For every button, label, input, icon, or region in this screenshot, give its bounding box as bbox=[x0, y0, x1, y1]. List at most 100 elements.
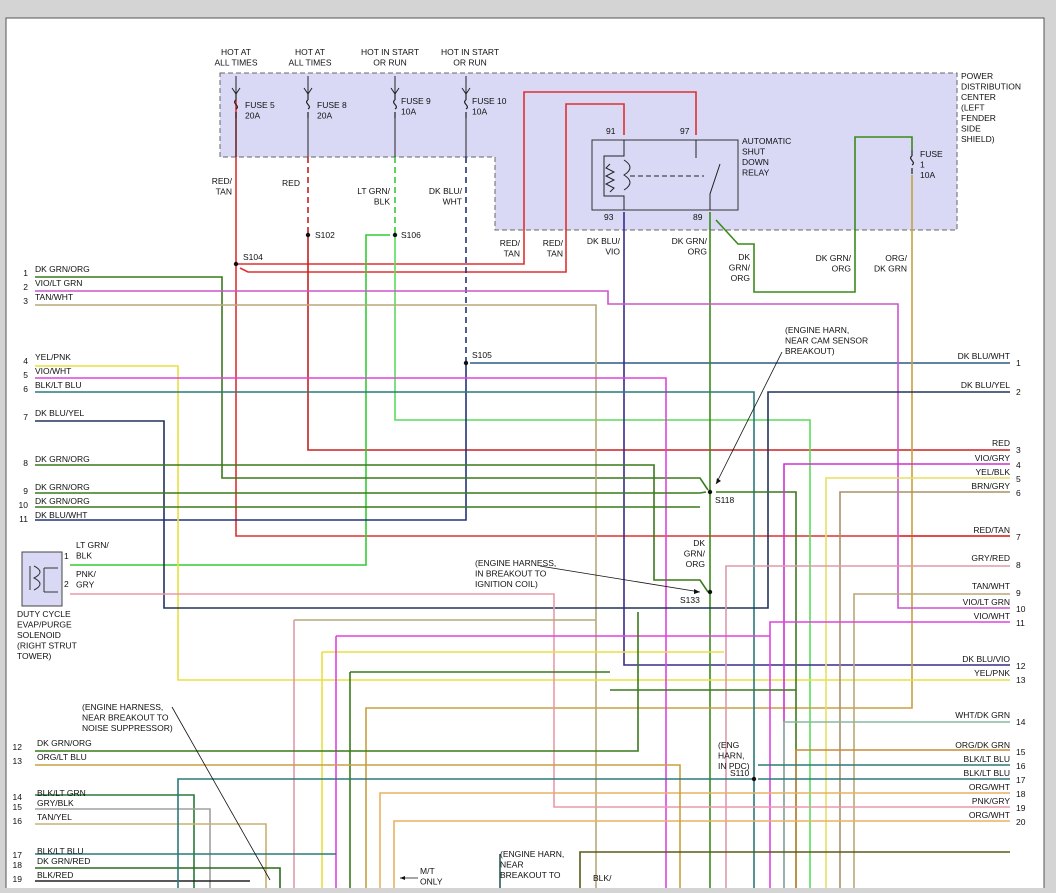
solenoid-pin1: 1 bbox=[64, 551, 69, 561]
left-pin-7-color: DK BLU/YEL bbox=[35, 408, 84, 418]
right-pin-16-color: BLK/LT BLU bbox=[964, 754, 1010, 764]
right-pin-6-color: BRN/GRY bbox=[971, 481, 1010, 491]
right-pin-5-color: YEL/BLK bbox=[976, 467, 1011, 477]
right-pin-17-color: BLK/LT BLU bbox=[964, 768, 1010, 778]
right-pin-1-color: DK BLU/WHT bbox=[958, 351, 1010, 361]
left-pin-3-number: 3 bbox=[23, 296, 28, 306]
left-pin-13-color: ORG/LT BLU bbox=[37, 752, 87, 762]
left-pin-19-number: 19 bbox=[13, 874, 23, 884]
left-pin-11-number: 11 bbox=[19, 514, 28, 524]
right-pin-7-number: 7 bbox=[1016, 532, 1021, 542]
evap-purge-solenoid bbox=[21, 551, 63, 607]
left-pin-10-number: 10 bbox=[19, 500, 29, 510]
splice-dot-s104 bbox=[233, 261, 239, 267]
right-pin-5-number: 5 bbox=[1016, 474, 1021, 484]
note-noise: (ENGINE HARNESS, NEAR BREAKOUT TO NOISE SU… bbox=[82, 702, 173, 733]
wire-label-red-a: RED bbox=[282, 178, 300, 188]
left-pin-19-color: BLK/RED bbox=[37, 870, 73, 880]
left-pin-8-number: 8 bbox=[23, 458, 28, 468]
right-pin-10-number: 10 bbox=[1016, 604, 1026, 614]
left-pin-15-number: 15 bbox=[13, 802, 23, 812]
splice-s105: S105 bbox=[472, 350, 492, 360]
splice-s106: S106 bbox=[401, 230, 421, 240]
right-pin-2-color: DK BLU/YEL bbox=[961, 380, 1010, 390]
solenoid-pin2: 2 bbox=[64, 579, 69, 589]
right-pin-14-color: WHT/DK GRN bbox=[955, 710, 1010, 720]
right-pin-15-number: 15 bbox=[1016, 747, 1026, 757]
right-pin-6-number: 6 bbox=[1016, 488, 1021, 498]
wiring-diagram-canvas: HOT AT ALL TIMESHOT AT ALL TIMESHOT IN STA… bbox=[5, 17, 1045, 893]
left-pin-3-color: TAN/WHT bbox=[35, 292, 73, 302]
wire-label-red-tan-a: RED/TAN bbox=[212, 176, 233, 197]
left-pin-12-color: DK GRN/ORG bbox=[37, 738, 92, 748]
left-pin-17-number: 17 bbox=[13, 850, 23, 860]
splice-dot-s102 bbox=[305, 232, 311, 238]
left-pin-1-color: DK GRN/ORG bbox=[35, 264, 90, 274]
left-pin-1-number: 1 bbox=[23, 268, 28, 278]
splice-s104: S104 bbox=[243, 252, 263, 262]
wire-label-blk-bottom: BLK/ bbox=[593, 873, 612, 883]
right-pin-17-number: 17 bbox=[1016, 775, 1026, 785]
left-pin-7-number: 7 bbox=[23, 412, 28, 422]
right-pin-1-number: 1 bbox=[1016, 358, 1021, 368]
right-pin-19-number: 19 bbox=[1016, 803, 1026, 813]
right-pin-18-number: 18 bbox=[1016, 789, 1026, 799]
left-pin-5-number: 5 bbox=[23, 370, 28, 380]
left-pin-18-color: DK GRN/RED bbox=[37, 856, 90, 866]
left-pin-18-number: 18 bbox=[13, 860, 23, 870]
right-pin-8-number: 8 bbox=[1016, 560, 1021, 570]
right-pin-18-color: ORG/WHT bbox=[969, 782, 1010, 792]
left-pin-12-number: 12 bbox=[13, 742, 23, 752]
wiring-diagram: HOT AT ALL TIMES HOT AT ALL TIMES HOT IN STA… bbox=[0, 0, 1056, 893]
right-pin-9-number: 9 bbox=[1016, 588, 1021, 598]
right-pin-11-color: VIO/WHT bbox=[974, 611, 1010, 621]
right-pin-7-color: RED/TAN bbox=[973, 525, 1010, 535]
right-pin-10-color: VIO/LT GRN bbox=[963, 597, 1010, 607]
right-pin-3-color: RED bbox=[992, 438, 1010, 448]
right-pin-4-number: 4 bbox=[1016, 460, 1021, 470]
left-pin-5-color: VIO/WHT bbox=[35, 366, 71, 376]
left-pin-4-number: 4 bbox=[23, 356, 28, 366]
left-pin-2-color: VIO/LT GRN bbox=[35, 278, 82, 288]
right-pin-20-color: ORG/WHT bbox=[969, 810, 1010, 820]
splice-s133: S133 bbox=[680, 595, 700, 605]
right-pin-19-color: PNK/GRY bbox=[972, 796, 1010, 806]
left-pin-8-color: DK GRN/ORG bbox=[35, 454, 90, 464]
left-pin-10-color: DK GRN/ORG bbox=[35, 496, 90, 506]
right-pin-14-number: 14 bbox=[1016, 717, 1026, 727]
left-pin-13-number: 13 bbox=[13, 756, 23, 766]
left-pin-17-color: BLK/LT BLU bbox=[37, 846, 83, 856]
right-pin-16-number: 16 bbox=[1016, 761, 1026, 771]
left-pin-11-color: DK BLU/WHT bbox=[35, 510, 87, 520]
right-pin-12-color: DK BLU/VIO bbox=[962, 654, 1010, 664]
left-pin-6-number: 6 bbox=[23, 384, 28, 394]
right-pin-3-number: 3 bbox=[1016, 445, 1021, 455]
right-pin-11-number: 11 bbox=[1016, 618, 1025, 628]
right-pin-2-number: 2 bbox=[1016, 387, 1021, 397]
right-pin-20-number: 20 bbox=[1016, 817, 1026, 827]
wire-label-red-tan-c: RED/TAN bbox=[543, 238, 564, 259]
solenoid-wire2: PNK/GRY bbox=[76, 569, 96, 590]
left-pin-2-number: 2 bbox=[23, 282, 28, 292]
right-pin-9-color: TAN/WHT bbox=[972, 581, 1010, 591]
right-pin-15-color: ORG/DK GRN bbox=[955, 740, 1010, 750]
left-pin-9-color: DK GRN/ORG bbox=[35, 482, 90, 492]
right-pin-13-color: YEL/PNK bbox=[974, 668, 1010, 678]
right-pin-8-color: GRY/RED bbox=[971, 553, 1010, 563]
left-pin-16-color: TAN/YEL bbox=[37, 812, 72, 822]
left-pin-4-color: YEL/PNK bbox=[35, 352, 71, 362]
splice-dot-s133 bbox=[707, 589, 713, 595]
splice-dot-s118 bbox=[707, 489, 713, 495]
left-pin-15-color: GRY/BLK bbox=[37, 798, 74, 808]
splice-dot-s106 bbox=[392, 232, 398, 238]
splice-s118: S118 bbox=[715, 495, 734, 505]
relay-pin-97: 97 bbox=[680, 126, 690, 136]
right-pin-13-number: 13 bbox=[1016, 675, 1026, 685]
right-pin-4-color: VIO/GRY bbox=[975, 453, 1011, 463]
left-pin-6-color: BLK/LT BLU bbox=[35, 380, 81, 390]
splice-s102: S102 bbox=[315, 230, 335, 240]
left-pin-14-number: 14 bbox=[13, 792, 23, 802]
relay-pin-89: 89 bbox=[693, 212, 703, 222]
splice-dot-s105 bbox=[463, 360, 469, 366]
left-pin-9-number: 9 bbox=[23, 486, 28, 496]
